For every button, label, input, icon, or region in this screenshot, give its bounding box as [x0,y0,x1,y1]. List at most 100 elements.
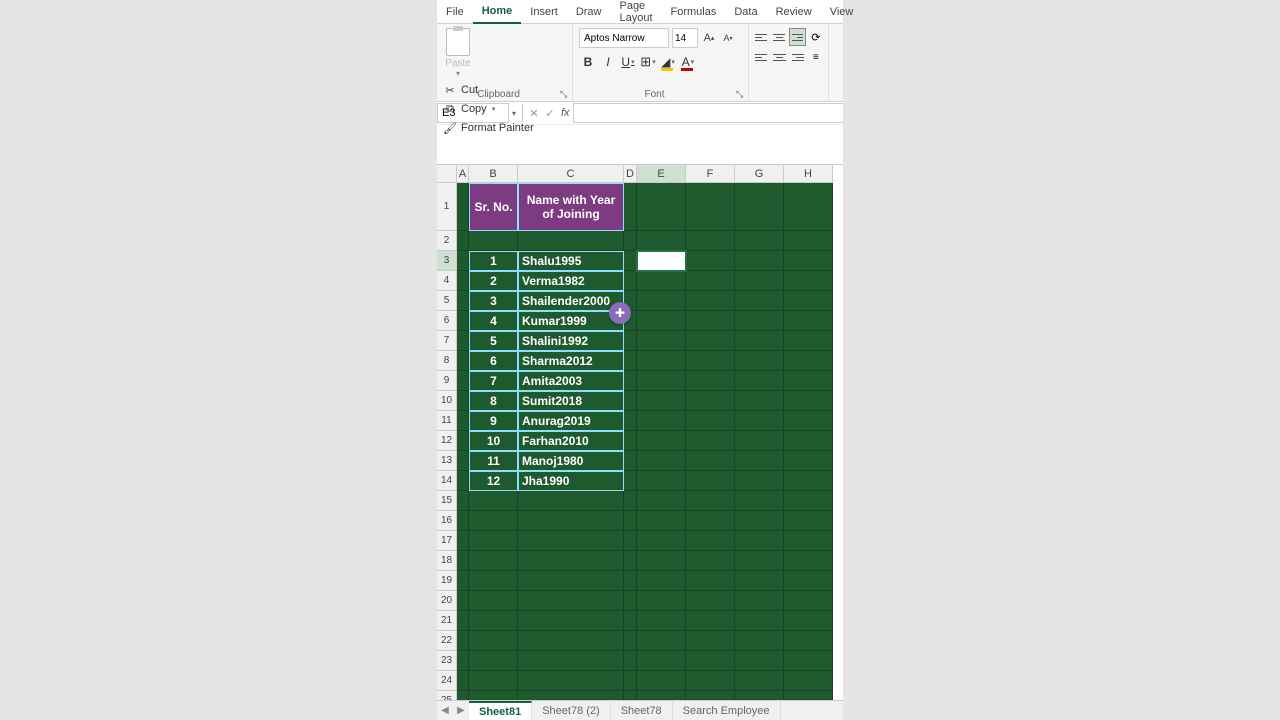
row-header[interactable]: 1 [437,183,457,231]
cell[interactable] [637,291,686,311]
cell[interactable] [637,571,686,591]
cell[interactable] [784,651,833,671]
cell[interactable] [784,391,833,411]
cell[interactable] [784,471,833,491]
cell[interactable]: 1 [469,251,518,271]
cell[interactable] [457,591,469,611]
cell[interactable]: 5 [469,331,518,351]
column-header[interactable]: B [469,165,518,183]
row-header[interactable]: 15 [437,491,457,511]
tab-page-layout[interactable]: Page Layout [610,0,661,24]
cell[interactable] [637,511,686,531]
cell[interactable] [457,511,469,531]
cell[interactable] [457,571,469,591]
cell[interactable] [457,491,469,511]
cell[interactable] [469,671,518,691]
cell[interactable] [784,451,833,471]
row-header[interactable]: 22 [437,631,457,651]
cell[interactable] [637,491,686,511]
cell[interactable] [457,691,469,700]
cell[interactable] [784,431,833,451]
cell[interactable] [624,183,637,231]
cell[interactable] [784,551,833,571]
cell[interactable] [637,271,686,291]
column-header[interactable]: H [784,165,833,183]
cell[interactable]: Verma1982 [518,271,624,291]
cell[interactable] [518,531,624,551]
font-size-input[interactable] [672,28,698,48]
cell[interactable] [686,391,735,411]
row-header[interactable]: 9 [437,371,457,391]
cell[interactable] [637,391,686,411]
tab-home[interactable]: Home [473,0,522,24]
cell[interactable] [637,611,686,631]
cell[interactable] [735,471,784,491]
cell[interactable] [686,571,735,591]
cell[interactable] [624,571,637,591]
row-header[interactable]: 24 [437,671,457,691]
cell[interactable] [784,291,833,311]
cell[interactable]: Anurag2019 [518,411,624,431]
cell[interactable] [457,431,469,451]
cell[interactable] [624,631,637,651]
cell[interactable] [784,231,833,251]
cell[interactable] [686,631,735,651]
cell[interactable] [457,231,469,251]
row-header[interactable]: 13 [437,451,457,471]
align-middle-button[interactable] [771,28,787,46]
tab-data[interactable]: Data [725,0,766,24]
row-header[interactable]: 7 [437,331,457,351]
row-header[interactable]: 25 [437,691,457,700]
cell[interactable] [457,251,469,271]
cell[interactable] [457,451,469,471]
cell[interactable] [624,691,637,700]
cell[interactable]: 9 [469,411,518,431]
cell[interactable] [686,611,735,631]
cell[interactable] [469,531,518,551]
cell[interactable] [518,571,624,591]
cell[interactable] [735,183,784,231]
cell[interactable] [686,351,735,371]
cell[interactable] [518,231,624,251]
cell[interactable] [624,671,637,691]
cell[interactable] [784,691,833,700]
cell[interactable] [735,271,784,291]
cell[interactable]: Farhan2010 [518,431,624,451]
cell[interactable] [457,311,469,331]
cell[interactable] [735,411,784,431]
cell[interactable] [624,511,637,531]
cell[interactable] [686,451,735,471]
cell[interactable] [469,571,518,591]
cell[interactable] [624,531,637,551]
cell[interactable] [637,691,686,700]
select-all-corner[interactable] [437,165,457,183]
cell[interactable] [457,371,469,391]
cell[interactable] [686,431,735,451]
cell[interactable] [518,651,624,671]
row-header[interactable]: 18 [437,551,457,571]
cell[interactable]: 6 [469,351,518,371]
cell[interactable] [637,451,686,471]
row-header[interactable]: 10 [437,391,457,411]
cell[interactable]: Shailender2000 [518,291,624,311]
cell[interactable]: 8 [469,391,518,411]
cell[interactable] [624,591,637,611]
cell[interactable] [457,391,469,411]
cell[interactable] [735,351,784,371]
cell[interactable] [735,251,784,271]
cell[interactable] [735,331,784,351]
underline-button[interactable]: U▾ [619,52,637,72]
cell[interactable] [518,551,624,571]
cell[interactable] [686,251,735,271]
cell[interactable] [637,231,686,251]
cell[interactable] [686,471,735,491]
cell[interactable]: 11 [469,451,518,471]
cell[interactable] [457,411,469,431]
cell[interactable] [637,551,686,571]
cell[interactable]: 12 [469,471,518,491]
cell[interactable] [686,311,735,331]
tab-view[interactable]: View [821,0,863,24]
column-header[interactable]: E [637,165,686,183]
cell[interactable]: 2 [469,271,518,291]
cell[interactable] [457,611,469,631]
